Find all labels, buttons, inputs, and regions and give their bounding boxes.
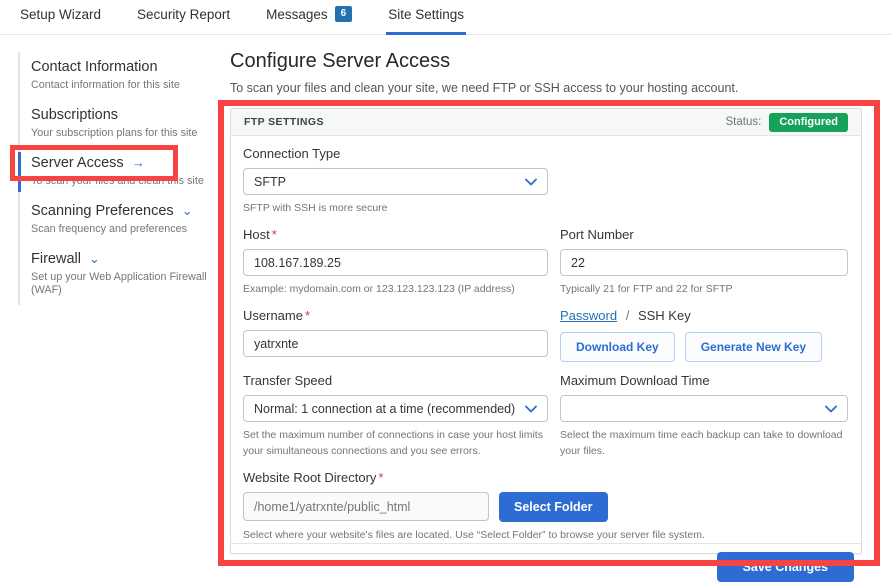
sidebar-item-title: Contact Information xyxy=(31,58,218,76)
row-connection-type: Connection Type SFTP SFTP with SSH is mo… xyxy=(243,146,848,216)
root-directory-row: Select Folder xyxy=(243,492,848,522)
host-label-text: Host xyxy=(243,227,270,242)
transfer-speed-select[interactable]: Normal: 1 connection at a time (recommen… xyxy=(243,395,548,422)
tab-label: Site Settings xyxy=(388,7,464,22)
chevron-down-icon xyxy=(525,405,537,413)
connection-type-label: Connection Type xyxy=(243,146,548,161)
sidebar-item-title-text: Scanning Preferences xyxy=(31,203,174,219)
row-host-port: Host* Example: mydomain.com or 123.123.1… xyxy=(243,227,848,297)
host-input[interactable] xyxy=(243,249,548,276)
sidebar-item-firewall[interactable]: Firewall ⌄ Set up your Web Application F… xyxy=(20,244,218,305)
transfer-speed-label: Transfer Speed xyxy=(243,373,548,388)
sidebar-item-scanning-preferences[interactable]: Scanning Preferences ⌄ Scan frequency an… xyxy=(20,196,218,244)
tab-messages[interactable]: Messages 6 xyxy=(264,0,354,35)
max-download-time-select[interactable] xyxy=(560,395,848,422)
chevron-down-icon xyxy=(525,178,537,186)
port-helper: Typically 21 for FTP and 22 for SFTP xyxy=(560,282,848,297)
tab-security-report[interactable]: Security Report xyxy=(135,0,232,35)
ftp-settings-panel: FTP SETTINGS Status: Configured Connecti… xyxy=(230,108,862,554)
chevron-down-icon: ⌄ xyxy=(182,203,193,218)
messages-count-badge: 6 xyxy=(335,6,353,22)
host-label: Host* xyxy=(243,227,548,242)
max-download-time-helper: Select the maximum time each backup can … xyxy=(560,428,848,458)
field-auth-method: Password / SSH Key Download Key Generate… xyxy=(560,308,848,362)
host-helper: Example: mydomain.com or 123.123.123.123… xyxy=(243,282,548,297)
root-directory-input[interactable] xyxy=(243,492,489,521)
status-wrap: Status: Configured xyxy=(726,113,848,132)
tab-label: Security Report xyxy=(137,7,230,22)
port-input[interactable] xyxy=(560,249,848,276)
field-username: Username* xyxy=(243,308,548,362)
max-download-time-label: Maximum Download Time xyxy=(560,373,848,388)
sidebar-item-subtitle: To scan your files and clean this site xyxy=(31,175,218,188)
field-max-download-time: Maximum Download Time Select the maximum… xyxy=(560,373,848,458)
chevron-down-icon: ⌄ xyxy=(89,251,100,266)
sidebar-item-title-text: Server Access xyxy=(31,155,124,171)
field-port: Port Number Typically 21 for FTP and 22 … xyxy=(560,227,848,297)
main-content-header: Configure Server Access To scan your fil… xyxy=(230,50,862,95)
port-label: Port Number xyxy=(560,227,848,242)
sidebar-item-subtitle: Scan frequency and preferences xyxy=(31,223,218,236)
sidebar-item-title: Firewall ⌄ xyxy=(31,250,218,268)
arrow-right-icon: → xyxy=(132,155,145,170)
row-username-auth: Username* Password / SSH Key Download Ke… xyxy=(243,308,848,362)
required-asterisk: * xyxy=(378,470,383,485)
field-root-directory: Website Root Directory* Select Folder Se… xyxy=(243,470,848,543)
panel-title: FTP SETTINGS xyxy=(244,116,324,128)
status-badge: Configured xyxy=(769,113,848,132)
required-asterisk: * xyxy=(272,227,277,242)
row-speed-time: Transfer Speed Normal: 1 connection at a… xyxy=(243,373,848,458)
status-label: Status: xyxy=(726,116,762,128)
select-folder-button[interactable]: Select Folder xyxy=(499,492,608,522)
transfer-speed-helper: Set the maximum number of connections in… xyxy=(243,428,548,458)
sidebar-item-title: Subscriptions xyxy=(31,106,218,124)
username-label-text: Username xyxy=(243,308,303,323)
site-settings-screen: Setup Wizard Security Report Messages 6 … xyxy=(0,0,892,588)
panel-footer: Save Changes xyxy=(231,543,861,588)
tab-label: Messages xyxy=(266,7,328,22)
connection-type-select[interactable]: SFTP xyxy=(243,168,548,195)
sidebar-item-subtitle: Contact information for this site xyxy=(31,79,218,92)
page-subtitle: To scan your files and clean your site, … xyxy=(230,81,862,95)
settings-sidebar: Contact Information Contact information … xyxy=(18,52,218,305)
sidebar-item-server-access[interactable]: Server Access → To scan your files and c… xyxy=(20,148,218,196)
page-title: Configure Server Access xyxy=(230,50,862,73)
sidebar-item-subtitle: Set up your Web Application Firewall (WA… xyxy=(31,271,218,297)
required-asterisk: * xyxy=(305,308,310,323)
top-tab-bar: Setup Wizard Security Report Messages 6 … xyxy=(0,0,892,35)
field-connection-type: Connection Type SFTP SFTP with SSH is mo… xyxy=(243,146,548,216)
root-directory-label: Website Root Directory* xyxy=(243,470,848,485)
auth-separator: / xyxy=(626,308,630,323)
root-directory-label-text: Website Root Directory xyxy=(243,470,376,485)
field-host: Host* Example: mydomain.com or 123.123.1… xyxy=(243,227,548,297)
root-directory-helper: Select where your website's files are lo… xyxy=(243,528,848,543)
ssh-key-tab-label[interactable]: SSH Key xyxy=(638,308,691,323)
transfer-speed-value: Normal: 1 connection at a time (recommen… xyxy=(254,402,515,416)
sidebar-item-contact-information[interactable]: Contact Information Contact information … xyxy=(20,52,218,100)
auth-method-toggle: Password / SSH Key xyxy=(560,308,848,323)
field-transfer-speed: Transfer Speed Normal: 1 connection at a… xyxy=(243,373,548,458)
chevron-down-icon xyxy=(825,405,837,413)
generate-new-key-button[interactable]: Generate New Key xyxy=(685,332,822,362)
sidebar-item-title-text: Firewall xyxy=(31,251,81,267)
tab-label: Setup Wizard xyxy=(20,7,101,22)
ssh-key-buttons: Download Key Generate New Key xyxy=(560,332,848,362)
connection-type-helper: SFTP with SSH is more secure xyxy=(243,201,548,216)
panel-body: Connection Type SFTP SFTP with SSH is mo… xyxy=(231,136,861,543)
username-input[interactable] xyxy=(243,330,548,357)
connection-type-value: SFTP xyxy=(254,175,286,189)
sidebar-item-title: Server Access → xyxy=(31,154,218,172)
sidebar-item-title: Scanning Preferences ⌄ xyxy=(31,202,218,220)
download-key-button[interactable]: Download Key xyxy=(560,332,675,362)
username-label: Username* xyxy=(243,308,548,323)
tab-setup-wizard[interactable]: Setup Wizard xyxy=(18,0,103,35)
sidebar-item-subscriptions[interactable]: Subscriptions Your subscription plans fo… xyxy=(20,100,218,148)
sidebar-item-subtitle: Your subscription plans for this site xyxy=(31,127,218,140)
save-changes-button[interactable]: Save Changes xyxy=(717,552,854,582)
tab-site-settings[interactable]: Site Settings xyxy=(386,0,466,35)
panel-header: FTP SETTINGS Status: Configured xyxy=(231,109,861,136)
password-tab-link[interactable]: Password xyxy=(560,308,617,323)
